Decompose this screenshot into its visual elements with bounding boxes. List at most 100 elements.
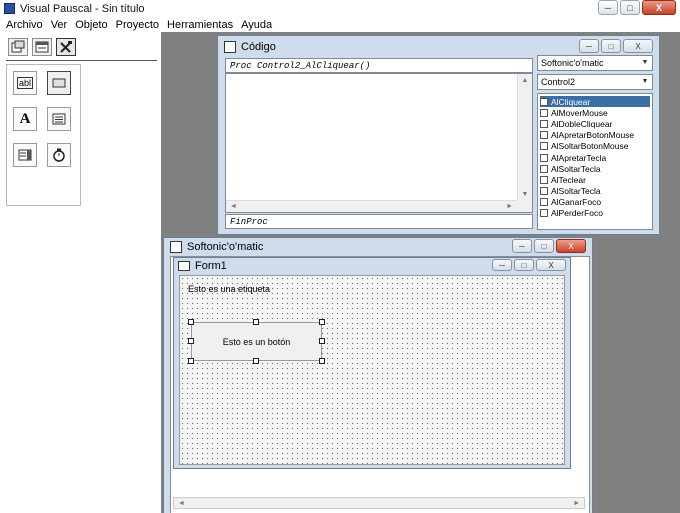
palette-timer-button[interactable] — [47, 143, 71, 167]
project-window-controls: ─ □ X — [512, 239, 586, 253]
form1-controls: ─ □ X — [492, 259, 566, 271]
control-combo[interactable]: Control2 ▼ — [537, 74, 653, 90]
form1-maximize-button[interactable]: □ — [514, 259, 534, 271]
close-button[interactable]: X — [642, 0, 676, 15]
form-view-button[interactable] — [32, 38, 52, 56]
palette-list-button[interactable] — [47, 107, 71, 131]
project-window-icon — [170, 241, 182, 253]
left-panel: abl A — [0, 32, 161, 513]
event-item-alsoltartecla-2[interactable]: AlSoltarTecla — [540, 186, 650, 197]
palette-label-button[interactable]: A — [13, 107, 37, 131]
scroll-up-icon[interactable]: ▲ — [522, 77, 529, 84]
chevron-down-icon[interactable]: ▼ — [639, 57, 651, 69]
form-design-surface[interactable]: Esto es una etiqueta Esto es un botón — [179, 275, 565, 465]
properties-icon — [11, 40, 25, 53]
scroll-left-icon[interactable]: ◄ — [230, 203, 237, 210]
scroll-right-icon[interactable]: ► — [506, 203, 513, 210]
timer-icon — [53, 148, 65, 162]
resize-handle[interactable] — [319, 338, 325, 344]
scroll-right-icon[interactable]: ► — [573, 500, 580, 507]
proc-footer-line: FinProc — [225, 214, 533, 229]
tools-button[interactable] — [56, 38, 76, 56]
control-palette: abl A — [6, 64, 81, 206]
minimize-button[interactable]: ─ — [598, 0, 618, 15]
event-checkbox[interactable] — [540, 153, 548, 162]
tools-icon — [60, 41, 72, 53]
event-checkbox[interactable] — [540, 187, 548, 196]
object-combo-value: Softonic'o'matic — [541, 58, 604, 68]
scroll-corner — [517, 200, 532, 212]
resize-handle[interactable] — [253, 358, 259, 364]
editor-vertical-scrollbar[interactable]: ▲ ▼ — [517, 74, 532, 201]
combo-icon — [18, 149, 32, 161]
object-combo[interactable]: Softonic'o'matic ▼ — [537, 55, 653, 71]
event-item-aldoblecliquear[interactable]: AlDobleCliquear — [540, 118, 650, 129]
resize-handle[interactable] — [188, 358, 194, 364]
event-item-alganarfoco[interactable]: AlGanarFoco — [540, 197, 650, 208]
form1-minimize-button[interactable]: ─ — [492, 259, 512, 271]
event-checkbox[interactable] — [540, 119, 548, 128]
chevron-down-icon[interactable]: ▼ — [639, 76, 651, 88]
project-horizontal-scrollbar[interactable]: ◄ ► — [173, 497, 585, 509]
properties-button[interactable] — [8, 38, 28, 56]
window-controls: ─ □ X — [598, 0, 676, 15]
menu-ayuda[interactable]: Ayuda — [241, 19, 272, 31]
main-titlebar: Visual Pauscal - Sin título ─ □ X — [0, 0, 680, 17]
event-checkbox[interactable] — [540, 97, 548, 106]
scroll-left-icon[interactable]: ◄ — [178, 500, 185, 507]
menu-proyecto[interactable]: Proyecto — [116, 19, 159, 31]
event-item-alapretarbotonmouse[interactable]: AlApretarBotonMouse — [540, 130, 650, 141]
resize-handle[interactable] — [319, 358, 325, 364]
menu-ver[interactable]: Ver — [51, 19, 68, 31]
form1-title: Form1 — [195, 260, 227, 272]
toolbar — [8, 38, 76, 56]
menu-herramientas[interactable]: Herramientas — [167, 19, 233, 31]
textbox-icon: abl — [16, 77, 33, 89]
label-icon: A — [19, 110, 31, 127]
project-minimize-button[interactable]: ─ — [512, 239, 532, 253]
form-label[interactable]: Esto es una etiqueta — [188, 284, 270, 294]
resize-handle[interactable] — [188, 319, 194, 325]
event-item-alcliquear[interactable]: AlCliquear — [540, 96, 650, 108]
event-item-alperderfoco[interactable]: AlPerderFoco — [540, 208, 650, 219]
event-item-alapretartecla[interactable]: AlApretarTecla — [540, 152, 650, 163]
project-close-button[interactable]: X — [556, 239, 586, 253]
palette-combo-button[interactable] — [13, 143, 37, 167]
event-checkbox[interactable] — [540, 175, 548, 184]
editor-horizontal-scrollbar[interactable]: ◄ ► — [226, 200, 517, 212]
code-editor[interactable]: ▲ ▼ ◄ ► — [225, 73, 533, 213]
code-window-controls: ─ □ X — [579, 39, 653, 53]
project-window: Softonic'o'matic ─ □ X Form1 ─ □ X Esto … — [163, 237, 593, 513]
event-item-almovermouse[interactable]: AlMoverMouse — [540, 107, 650, 118]
palette-textbox-button[interactable]: abl — [13, 71, 37, 95]
event-checkbox[interactable] — [540, 164, 548, 173]
menu-objeto[interactable]: Objeto — [75, 19, 107, 31]
event-item-alteclear[interactable]: AlTeclear — [540, 174, 650, 185]
resize-handle[interactable] — [319, 319, 325, 325]
form-button[interactable]: Esto es un botón — [191, 322, 322, 361]
maximize-button[interactable]: □ — [620, 0, 640, 15]
project-maximize-button[interactable]: □ — [534, 239, 554, 253]
code-window: Código ─ □ X Proc Control2_AlCliquear() … — [217, 35, 660, 235]
palette-button-button[interactable] — [47, 71, 71, 95]
resize-handle[interactable] — [188, 338, 194, 344]
form-icon — [35, 41, 49, 53]
event-checkbox[interactable] — [540, 108, 548, 117]
app-title: Visual Pauscal - Sin título — [20, 2, 145, 15]
resize-handle[interactable] — [253, 319, 259, 325]
scroll-down-icon[interactable]: ▼ — [522, 191, 529, 198]
control-combo-value: Control2 — [541, 77, 576, 87]
project-window-title: Softonic'o'matic — [187, 241, 264, 253]
button-control-icon — [52, 78, 66, 88]
code-minimize-button[interactable]: ─ — [579, 39, 599, 53]
event-item-alsoltartecla[interactable]: AlSoltarTecla — [540, 163, 650, 174]
event-item-alsoltarbotonmouse[interactable]: AlSoltarBotonMouse — [540, 141, 650, 152]
event-checkbox[interactable] — [540, 209, 548, 218]
event-checkbox[interactable] — [540, 198, 548, 207]
event-checkbox[interactable] — [540, 131, 548, 140]
form1-close-button[interactable]: X — [536, 259, 566, 271]
code-maximize-button[interactable]: □ — [601, 39, 621, 53]
event-checkbox[interactable] — [540, 142, 548, 151]
menu-archivo[interactable]: Archivo — [6, 19, 43, 31]
code-close-button[interactable]: X — [623, 39, 653, 53]
